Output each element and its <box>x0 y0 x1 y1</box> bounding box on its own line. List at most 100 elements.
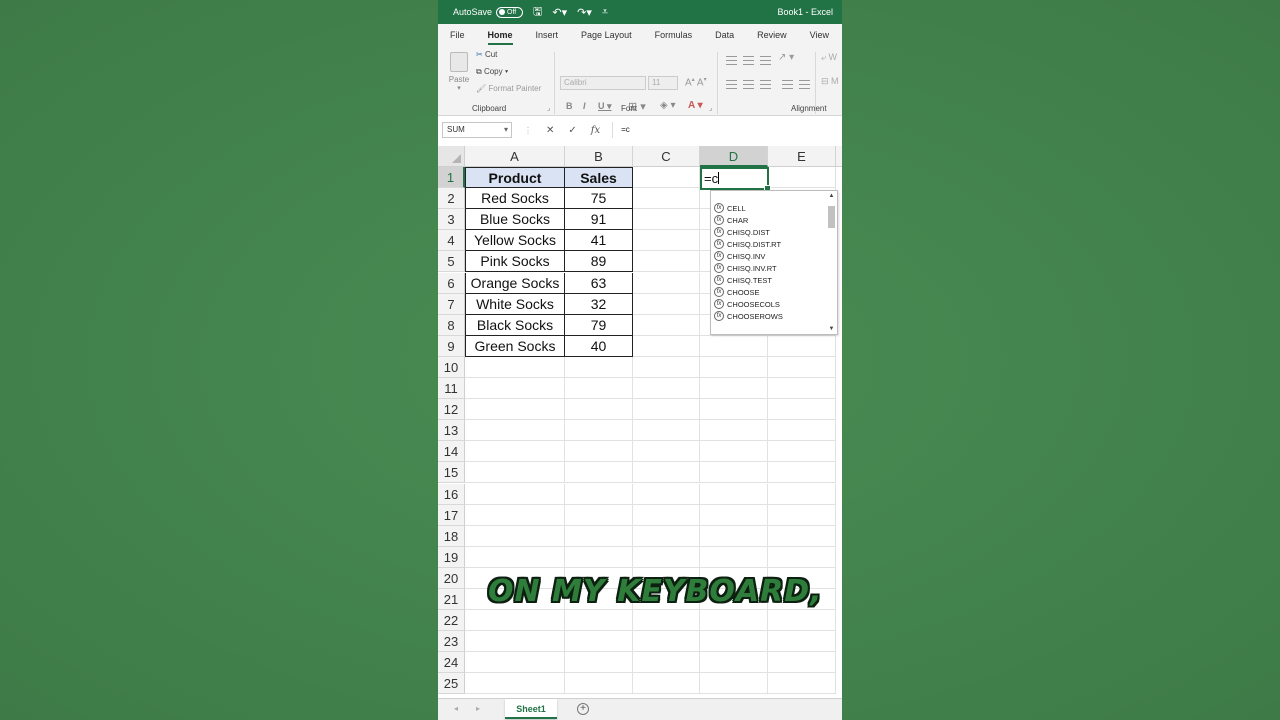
cell-e1[interactable] <box>768 167 836 189</box>
cell-b14[interactable] <box>565 441 633 463</box>
cell-d11[interactable] <box>700 378 768 400</box>
cell-b7[interactable]: 32 <box>565 293 633 315</box>
cell-d14[interactable] <box>700 441 768 463</box>
underline-button[interactable]: U ▾ <box>598 101 612 112</box>
row-header-17[interactable]: 17 <box>438 504 465 526</box>
cell-b4[interactable]: 41 <box>565 230 633 252</box>
cell-a2[interactable]: Red Socks <box>465 188 565 210</box>
cell-a5[interactable]: Pink Socks <box>465 251 565 273</box>
cell-c6[interactable] <box>633 272 700 294</box>
cell-b13[interactable] <box>565 420 633 442</box>
scroll-up-icon[interactable]: ▲ <box>827 193 836 199</box>
cell-e16[interactable] <box>768 483 836 505</box>
cell-a7[interactable]: White Socks <box>465 293 565 315</box>
name-box[interactable]: SUM <box>442 122 512 138</box>
prev-sheet-icon[interactable]: ◂ <box>454 704 458 713</box>
fill-color-icon[interactable]: ◈ ▾ <box>660 100 676 111</box>
cell-b24[interactable] <box>565 652 633 674</box>
column-header-b[interactable]: B <box>565 146 633 167</box>
row-header-4[interactable]: 4 <box>438 230 465 252</box>
increase-indent-icon[interactable] <box>799 80 810 89</box>
column-header-c[interactable]: C <box>633 146 700 167</box>
row-header-24[interactable]: 24 <box>438 652 465 674</box>
column-header-d[interactable]: D <box>700 146 768 167</box>
scroll-down-icon[interactable]: ▼ <box>827 326 836 332</box>
cell-a18[interactable] <box>465 525 565 547</box>
cell-c23[interactable] <box>633 631 700 653</box>
cell-a15[interactable] <box>465 462 565 484</box>
cell-e14[interactable] <box>768 441 836 463</box>
cell-b2[interactable]: 75 <box>565 188 633 210</box>
cell-c15[interactable] <box>633 462 700 484</box>
align-left-icon[interactable] <box>726 80 737 89</box>
cell-d15[interactable] <box>700 462 768 484</box>
autocomplete-item[interactable]: fx CHOOSECOLS <box>714 298 783 310</box>
bold-button[interactable]: B <box>566 101 573 111</box>
next-sheet-icon[interactable]: ▸ <box>476 704 480 713</box>
cell-c10[interactable] <box>633 356 700 378</box>
copy-button[interactable]: ⧉ Copy ▾ <box>476 67 508 77</box>
cell-c19[interactable] <box>633 546 700 568</box>
row-header-16[interactable]: 16 <box>438 483 465 505</box>
cell-a10[interactable] <box>465 356 565 378</box>
italic-button[interactable]: I <box>583 101 586 111</box>
row-header-18[interactable]: 18 <box>438 525 465 547</box>
cell-d19[interactable] <box>700 546 768 568</box>
column-header-e[interactable]: E <box>768 146 836 167</box>
cell-c24[interactable] <box>633 652 700 674</box>
cell-e11[interactable] <box>768 378 836 400</box>
cell-a22[interactable] <box>465 610 565 632</box>
autocomplete-item[interactable]: fx CELL <box>714 202 783 214</box>
cell-e23[interactable] <box>768 631 836 653</box>
row-header-14[interactable]: 14 <box>438 441 465 463</box>
cell-a6[interactable]: Orange Socks <box>465 272 565 294</box>
autocomplete-item[interactable]: fx CHOOSEROWS <box>714 310 783 322</box>
cell-e22[interactable] <box>768 610 836 632</box>
cell-e10[interactable] <box>768 356 836 378</box>
autocomplete-item[interactable]: fx CHISQ.DIST <box>714 226 783 238</box>
font-size-select[interactable]: 11 <box>648 76 678 90</box>
cell-b12[interactable] <box>565 399 633 421</box>
cell-a14[interactable] <box>465 441 565 463</box>
cell-c25[interactable] <box>633 673 700 695</box>
paste-button[interactable]: Paste ▾ <box>448 52 470 92</box>
row-header-1[interactable]: 1 <box>438 167 465 189</box>
cell-d12[interactable] <box>700 399 768 421</box>
cell-b17[interactable] <box>565 504 633 526</box>
cell-b1[interactable]: Sales <box>565 167 633 189</box>
font-grow-icon[interactable]: A▴ A▾ <box>685 76 707 88</box>
cell-e24[interactable] <box>768 652 836 674</box>
row-header-12[interactable]: 12 <box>438 399 465 421</box>
cell-c3[interactable] <box>633 209 700 231</box>
formula-input[interactable]: =c <box>612 122 842 138</box>
cell-e15[interactable] <box>768 462 836 484</box>
decrease-indent-icon[interactable] <box>782 80 793 89</box>
cell-c18[interactable] <box>633 525 700 547</box>
cell-a9[interactable]: Green Socks <box>465 335 565 357</box>
insert-function-icon[interactable]: fx <box>591 125 600 136</box>
row-header-25[interactable]: 25 <box>438 673 465 695</box>
cell-a8[interactable]: Black Socks <box>465 314 565 336</box>
row-header-13[interactable]: 13 <box>438 420 465 442</box>
cell-d25[interactable] <box>700 673 768 695</box>
row-header-3[interactable]: 3 <box>438 209 465 231</box>
cell-a24[interactable] <box>465 652 565 674</box>
cell-a19[interactable] <box>465 546 565 568</box>
autocomplete-item[interactable]: fx CHISQ.TEST <box>714 274 783 286</box>
cell-e25[interactable] <box>768 673 836 695</box>
cell-d10[interactable] <box>700 356 768 378</box>
autosave-toggle[interactable]: Off <box>496 6 524 18</box>
enter-icon[interactable]: ✓ <box>568 125 576 136</box>
cell-a23[interactable] <box>465 631 565 653</box>
cell-a17[interactable] <box>465 504 565 526</box>
cell-c2[interactable] <box>633 188 700 210</box>
save-icon[interactable]: 🖫 <box>533 3 542 22</box>
autocomplete-item[interactable]: fx CHISQ.INV <box>714 250 783 262</box>
row-header-15[interactable]: 15 <box>438 462 465 484</box>
cell-e13[interactable] <box>768 420 836 442</box>
cell-c22[interactable] <box>633 610 700 632</box>
row-header-2[interactable]: 2 <box>438 188 465 210</box>
row-header-5[interactable]: 5 <box>438 251 465 273</box>
cell-e19[interactable] <box>768 546 836 568</box>
cell-b6[interactable]: 63 <box>565 272 633 294</box>
